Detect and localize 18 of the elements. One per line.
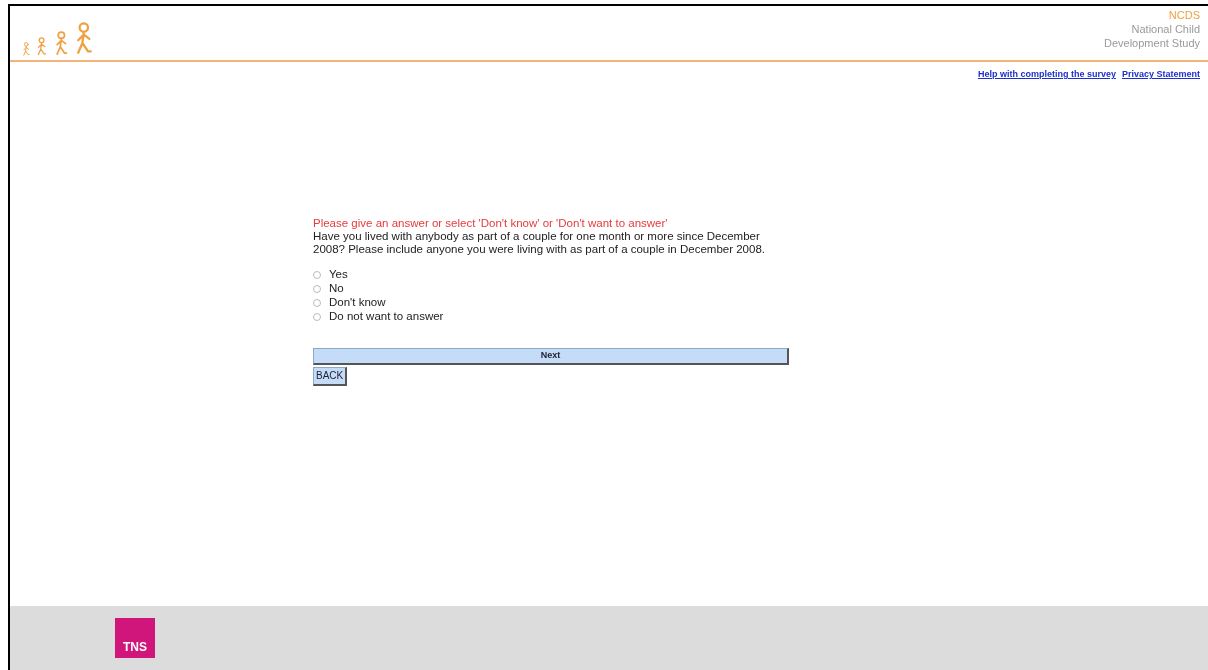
- logo-text: Development Study: [1104, 36, 1200, 50]
- next-button[interactable]: Next: [313, 347, 789, 365]
- walking-figure-icon: [74, 22, 94, 56]
- walking-figure-icon: [36, 36, 48, 56]
- header-link[interactable]: Privacy Statement: [1121, 68, 1200, 82]
- option-label: Do not want to answer: [329, 310, 444, 323]
- question-text: Have you lived with anybody as part of a couple for one month or more since December 2008? Please include anyone you were living with as part of a couple in December 2008.: [313, 229, 766, 256]
- header-link[interactable]: Help with completing the survey: [977, 68, 1116, 82]
- option-label: Yes: [329, 268, 348, 281]
- error-message: Please give an answer or select 'Don't know' or 'Don't want to answer': [313, 216, 669, 230]
- logo-text: National Child: [1131, 22, 1200, 36]
- back-button[interactable]: BACK: [313, 366, 348, 386]
- option-label: Don't know: [329, 296, 386, 309]
- option-label: No: [329, 282, 344, 295]
- walking-figure-icon: [22, 41, 31, 56]
- logo-text: NCDS: [1168, 8, 1200, 22]
- walking-figure-icon: [53, 30, 69, 56]
- tns-logo: TNS: [115, 618, 155, 658]
